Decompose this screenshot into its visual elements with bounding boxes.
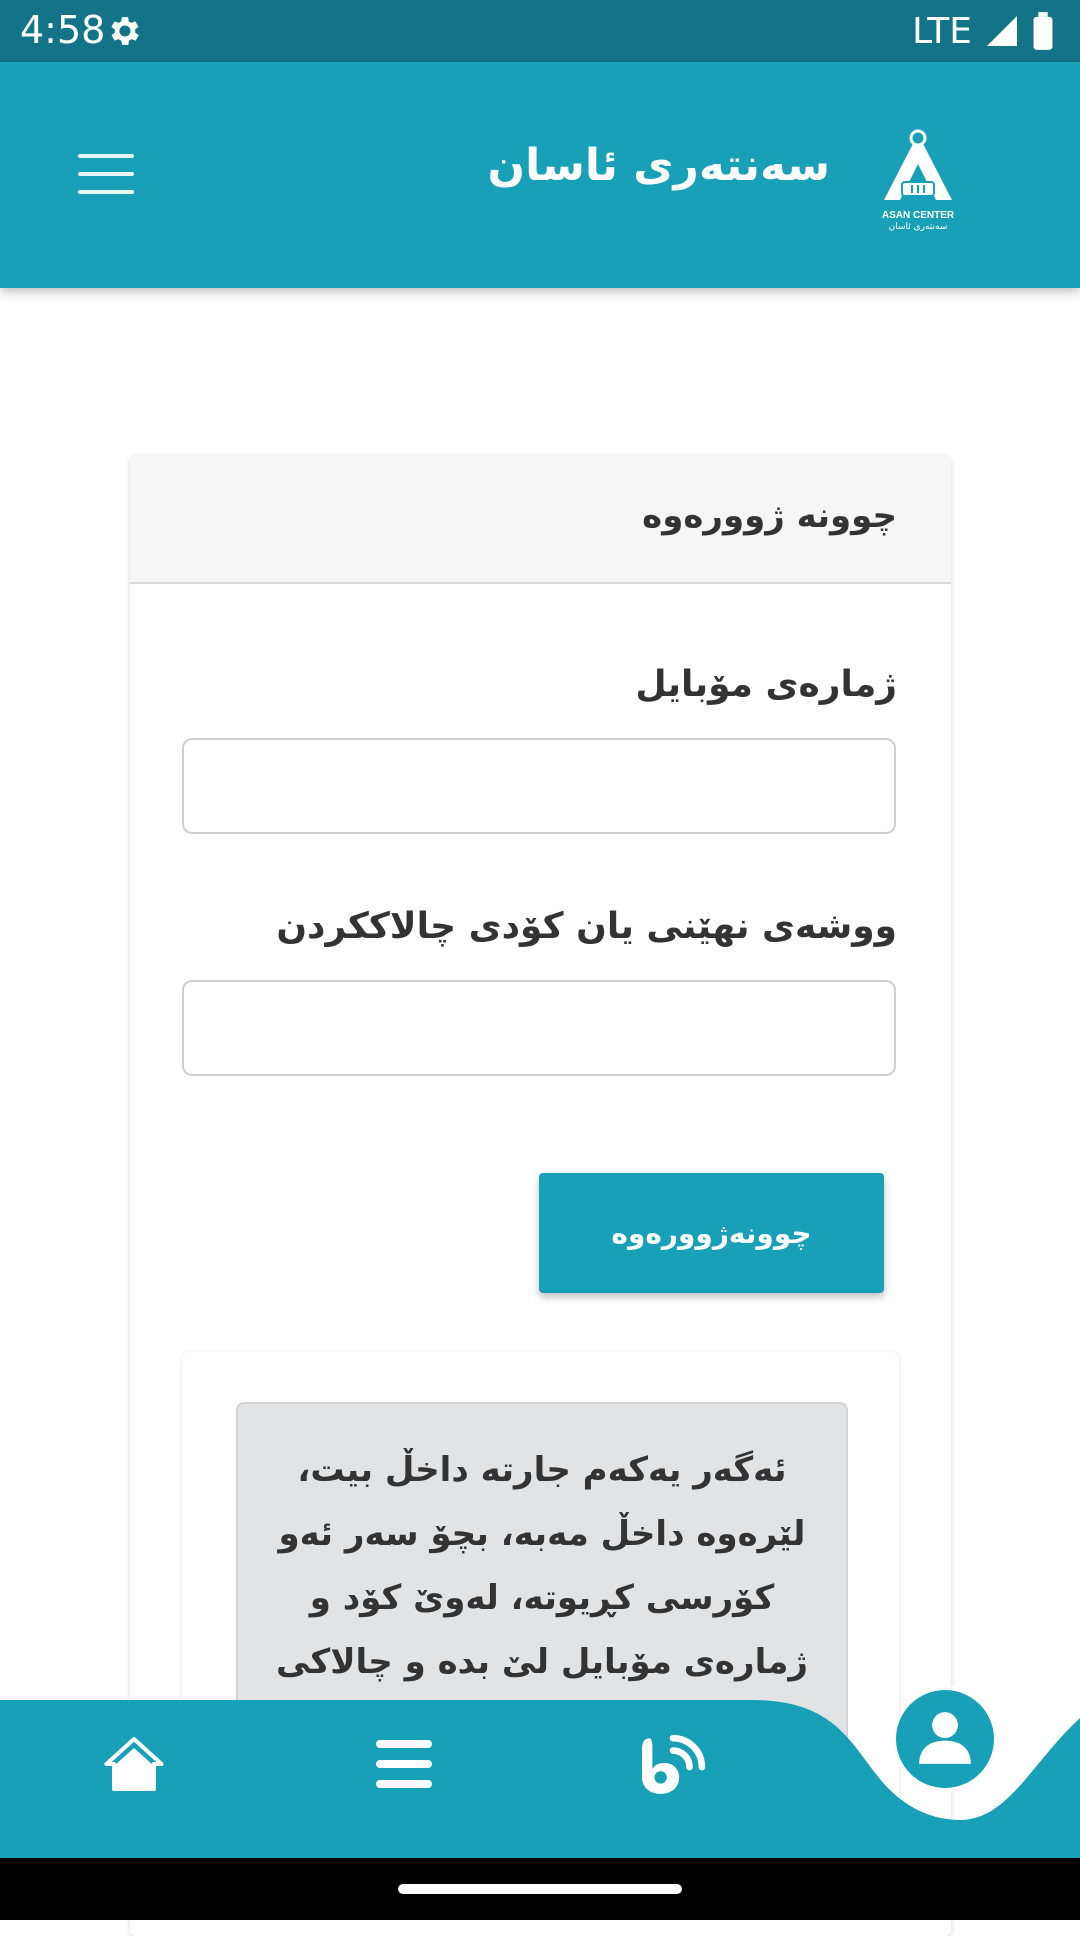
hamburger-line — [78, 190, 134, 194]
profile-icon — [919, 1712, 971, 1764]
home-icon[interactable] — [104, 1736, 164, 1792]
password-input[interactable] — [182, 980, 896, 1076]
signal-icon — [987, 16, 1017, 46]
home-gesture-handle[interactable] — [398, 1884, 682, 1894]
status-bar: 4:58 LTE — [0, 0, 1080, 62]
logo-subtext: سەنتەری ئاسان — [889, 222, 948, 232]
status-right: LTE — [912, 8, 1054, 54]
contact-icon[interactable] — [640, 1734, 706, 1796]
hamburger-line — [78, 154, 134, 158]
battery-icon — [1033, 12, 1053, 50]
hamburger-menu-button[interactable] — [78, 154, 134, 198]
asan-center-logo: ASAN CENTER سەنتەری ئاسان — [882, 129, 955, 232]
app-title: سەنتەری ئاسان — [487, 140, 830, 191]
notice-text: ئەگەر یەکەم جارتە داخڵ بیت، لێرەوە داخڵ … — [276, 1450, 808, 1682]
card-title: چوونە ژوورەوە — [642, 496, 897, 536]
profile-button[interactable] — [892, 1686, 998, 1792]
password-label: ووشەی نهێنی یان کۆدی چالاککردن — [276, 906, 897, 947]
hamburger-line — [78, 172, 134, 176]
menu-icon[interactable] — [376, 1740, 432, 1788]
card-header: چوونە ژوورەوە — [130, 456, 951, 584]
system-nav-bar — [0, 1858, 1080, 1920]
mobile-input[interactable] — [182, 738, 896, 834]
status-time: 4:58 — [20, 8, 106, 52]
logo-text: ASAN CENTER — [882, 210, 955, 221]
mobile-label: ژمارەی مۆبایل — [635, 664, 897, 705]
gear-icon — [111, 17, 139, 45]
login-button[interactable]: چوونەژوورەوە — [539, 1173, 884, 1293]
network-label: LTE — [912, 10, 972, 52]
